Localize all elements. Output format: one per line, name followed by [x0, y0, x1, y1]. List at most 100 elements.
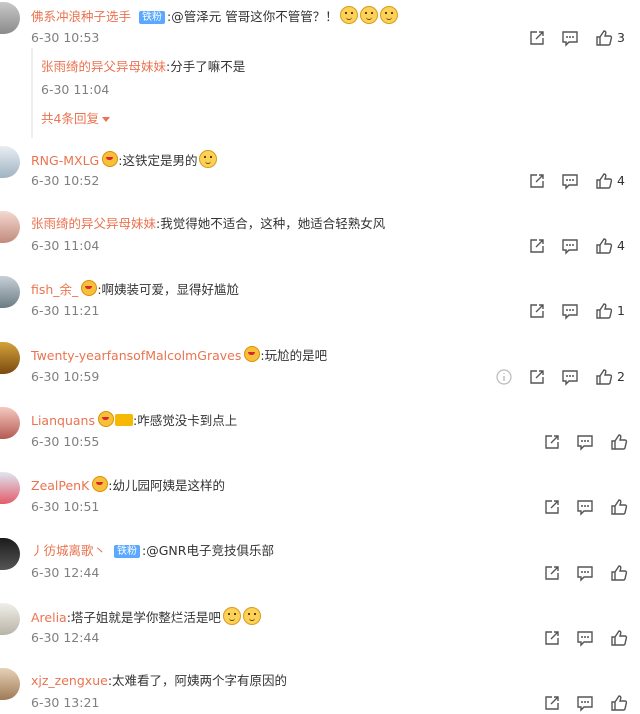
like-button[interactable]: 3 [595, 29, 625, 47]
share-icon[interactable] [543, 694, 561, 712]
like-button[interactable] [610, 498, 628, 516]
comment-actions [543, 694, 640, 714]
comment-icon[interactable] [576, 629, 594, 647]
reply-thread: 张雨绮的异父异母妹妹:分手了嘛不是 6-30 11:04 共4条回复 [31, 48, 633, 138]
avatar[interactable] [0, 668, 20, 700]
comment-text: :太难看了，阿姨两个字有原因的 [107, 673, 288, 688]
reply-text: :分手了嘛不是 [166, 59, 246, 74]
doge-emoji-icon [199, 150, 218, 168]
comment-text: :玩尬的是吧 [260, 348, 328, 363]
share-icon[interactable] [543, 433, 561, 451]
comment-icon[interactable] [561, 29, 579, 47]
comment-actions: 2 [496, 368, 640, 388]
comment-author[interactable]: Arelia [31, 610, 67, 625]
comment-actions: 4 [528, 237, 640, 257]
comment-actions [543, 564, 640, 584]
comment-text: :咋感觉没卡到点上 [132, 413, 238, 428]
comment-icon[interactable] [561, 302, 579, 320]
share-icon[interactable] [528, 172, 546, 190]
comment-author[interactable]: ZealPenK [31, 478, 89, 493]
fan-badge: 铁粉 [139, 11, 166, 24]
comment-text: :塔子姐就是学你整烂活是吧 [66, 610, 221, 625]
comment-text: :@GNR电子竞技俱乐部 [142, 543, 274, 558]
comment-author[interactable]: 丿彷城离歌丶 [31, 543, 106, 558]
like-button[interactable] [610, 629, 628, 647]
like-button[interactable] [610, 433, 628, 451]
share-icon[interactable] [528, 368, 546, 386]
vip-level-icon [114, 414, 133, 426]
share-icon[interactable] [543, 629, 561, 647]
avatar[interactable] [0, 276, 20, 308]
comment-time: 6-30 10:53 [31, 30, 100, 45]
comment-time: 6-30 11:21 [31, 303, 100, 318]
comment-icon[interactable] [576, 433, 594, 451]
doge-emoji-icon [379, 6, 398, 24]
comment-author[interactable]: xjz_zengxue [31, 673, 108, 688]
avatar[interactable] [0, 211, 20, 243]
like-button[interactable] [610, 564, 628, 582]
comment-time: 6-30 10:51 [31, 499, 100, 514]
info-icon[interactable] [495, 368, 513, 386]
doge-emoji-icon [222, 607, 241, 625]
doge-emoji-icon [242, 607, 261, 625]
comment-actions [543, 498, 640, 518]
comment-author[interactable]: 张雨绮的异父异母妹妹 [31, 216, 156, 231]
more-replies-link[interactable]: 共4条回复 [41, 111, 99, 126]
comment-author[interactable]: RNG-MXLG [31, 153, 99, 168]
comment-icon[interactable] [561, 368, 579, 386]
vip-icon [81, 280, 98, 296]
like-count: 4 [617, 173, 625, 188]
comment-icon[interactable] [561, 172, 579, 190]
comment-text: :啊姨装可爱，显得好尴尬 [97, 282, 240, 297]
comment-icon[interactable] [561, 237, 579, 255]
avatar[interactable] [0, 2, 20, 34]
like-button[interactable]: 1 [595, 302, 625, 320]
like-count: 2 [617, 369, 625, 384]
like-button[interactable]: 4 [595, 237, 625, 255]
comment-author[interactable]: Twenty-yearfansofMalcolmGraves [31, 348, 241, 363]
comment-actions [543, 433, 640, 453]
comment-author[interactable]: fish_余_ [31, 282, 78, 297]
share-icon[interactable] [528, 302, 546, 320]
comment-actions [543, 629, 640, 649]
comment-text: :@管泽元 管哥这你不管管？！ [167, 9, 338, 24]
comment-actions: 4 [528, 172, 640, 192]
comment-time: 6-30 10:59 [31, 369, 100, 384]
reply-author[interactable]: 张雨绮的异父异母妹妹 [41, 59, 166, 74]
comment-author[interactable]: Lianquans [31, 413, 95, 428]
like-count: 3 [617, 30, 625, 45]
vip-icon [97, 411, 114, 427]
chevron-down-icon [101, 117, 110, 122]
comment-author[interactable]: 佛系冲浪种子选手 [31, 9, 131, 24]
vip-icon [92, 476, 109, 492]
vip-icon [102, 151, 119, 167]
comment-icon[interactable] [576, 498, 594, 516]
comment-text: :我觉得她不适合，这种，她适合轻熟女风 [156, 216, 386, 231]
like-button[interactable]: 2 [595, 368, 625, 386]
avatar[interactable] [0, 407, 20, 439]
comment-text: :幼儿园阿姨是这样的 [108, 478, 226, 493]
avatar[interactable] [0, 472, 20, 504]
comment-icon[interactable] [576, 694, 594, 712]
comment-time: 6-30 10:55 [31, 434, 100, 449]
vip-icon [244, 346, 261, 362]
comment-icon[interactable] [576, 564, 594, 582]
like-button[interactable] [610, 694, 628, 712]
avatar[interactable] [0, 603, 20, 635]
comment-time: 6-30 12:44 [31, 565, 100, 580]
fan-badge: 铁粉 [114, 545, 141, 558]
comment-time: 6-30 13:21 [31, 695, 100, 710]
like-count: 1 [617, 303, 625, 318]
share-icon[interactable] [528, 237, 546, 255]
share-icon[interactable] [528, 29, 546, 47]
avatar[interactable] [0, 146, 20, 178]
doge-emoji-icon [359, 6, 378, 24]
avatar[interactable] [0, 538, 20, 570]
share-icon[interactable] [543, 564, 561, 582]
like-button[interactable]: 4 [595, 172, 625, 190]
doge-emoji-icon [339, 6, 358, 24]
share-icon[interactable] [543, 498, 561, 516]
comment-actions: 1 [528, 302, 640, 322]
avatar[interactable] [0, 342, 20, 374]
reply-time: 6-30 11:04 [41, 82, 110, 97]
